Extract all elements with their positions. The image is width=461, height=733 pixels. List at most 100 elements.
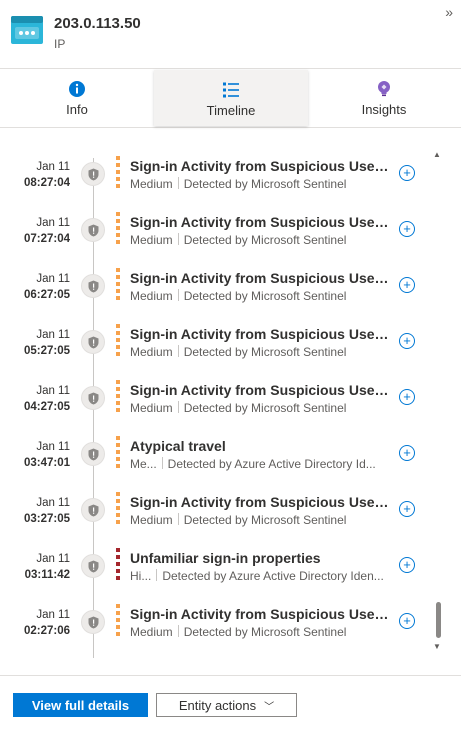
meta-divider xyxy=(161,457,163,469)
alert-title[interactable]: Sign-in Activity from Suspicious User p.… xyxy=(130,326,392,342)
timeline-list[interactable]: Jan 11 08:27:04 Sign-in Activity from Susp… xyxy=(0,128,461,672)
timeline-date: Jan 11 03:27:05 xyxy=(0,495,70,527)
chevron-down-icon: ﹀ xyxy=(264,701,275,713)
timeline-date: Jan 11 07:27:04 xyxy=(0,215,70,247)
shield-icon xyxy=(88,560,99,573)
meta-divider xyxy=(177,345,179,357)
alert-meta: Medium Detected by Microsoft Sentinel xyxy=(130,401,392,415)
shield-icon xyxy=(88,224,99,237)
timeline-date: Jan 11 04:27:05 xyxy=(0,383,70,415)
detected-by-label: Detected by Microsoft Sentinel xyxy=(183,401,347,415)
event-time: 08:27:04 xyxy=(23,177,70,189)
timeline-item[interactable]: Jan 11 04:27:05 Sign-in Activity from Susp… xyxy=(0,374,430,430)
event-date: Jan 11 xyxy=(36,553,70,565)
alert-title[interactable]: Sign-in Activity from Suspicious User p.… xyxy=(130,158,392,174)
severity-indicator xyxy=(116,492,120,526)
scroll-down-arrow-icon[interactable]: ▼ xyxy=(433,642,441,651)
tab-info[interactable]: Info xyxy=(0,69,154,127)
add-plus-icon[interactable]: + xyxy=(399,445,415,461)
tab-timeline[interactable]: Timeline xyxy=(154,70,308,126)
tab-bar: Info Timeline Insights xyxy=(0,69,461,128)
shield-icon xyxy=(88,448,99,461)
alert-title[interactable]: Sign-in Activity from Suspicious User p.… xyxy=(130,214,392,230)
timeline-list-icon xyxy=(223,82,239,98)
shield-icon xyxy=(88,336,99,349)
collapse-panel-icon[interactable]: » xyxy=(445,4,453,20)
meta-divider xyxy=(177,401,179,413)
scrollbar-thumb[interactable] xyxy=(436,602,441,638)
view-full-details-button[interactable]: View full details xyxy=(13,693,148,717)
add-plus-icon[interactable]: + xyxy=(399,333,415,349)
severity-label: Medium xyxy=(130,177,173,191)
add-plus-icon[interactable]: + xyxy=(399,221,415,237)
alert-title[interactable]: Sign-in Activity from Suspicious User p.… xyxy=(130,494,392,510)
alert-title[interactable]: Sign-in Activity from Suspicious User p.… xyxy=(130,270,392,286)
add-plus-icon[interactable]: + xyxy=(399,501,415,517)
event-time: 03:47:01 xyxy=(23,457,70,469)
alert-node xyxy=(81,498,105,522)
alert-title[interactable]: Sign-in Activity from Suspicious User p.… xyxy=(130,606,392,622)
event-date: Jan 11 xyxy=(36,217,70,229)
event-time: 02:27:06 xyxy=(23,625,70,637)
timeline-item[interactable]: Jan 11 05:27:05 Sign-in Activity from Susp… xyxy=(0,318,430,374)
severity-label: Medium xyxy=(130,345,173,359)
alert-title[interactable]: Sign-in Activity from Suspicious User p.… xyxy=(130,382,392,398)
shield-icon xyxy=(88,504,99,517)
detected-by-label: Detected by Microsoft Sentinel xyxy=(183,233,347,247)
timeline-item[interactable]: Jan 11 02:27:06 Sign-in Activity from Susp… xyxy=(0,598,430,654)
add-plus-icon[interactable]: + xyxy=(399,557,415,573)
severity-label: Medium xyxy=(130,625,173,639)
severity-indicator xyxy=(116,324,120,358)
alert-title[interactable]: Atypical travel xyxy=(130,438,392,454)
alert-node xyxy=(81,442,105,466)
add-plus-icon[interactable]: + xyxy=(399,389,415,405)
meta-divider xyxy=(156,569,158,581)
alert-meta: Me... Detected by Azure Active Directory … xyxy=(130,457,392,471)
event-time: 06:27:05 xyxy=(23,289,70,301)
meta-divider xyxy=(177,177,179,189)
scroll-up-arrow-icon[interactable]: ▲ xyxy=(433,150,441,159)
tab-insights[interactable]: Insights xyxy=(307,69,461,127)
page-title: 203.0.113.50 xyxy=(54,15,141,32)
timeline-item[interactable]: Jan 11 06:27:05 Sign-in Activity from Susp… xyxy=(0,262,430,318)
add-plus-icon[interactable]: + xyxy=(399,165,415,181)
severity-indicator xyxy=(116,268,120,302)
event-time: 05:27:05 xyxy=(23,345,70,357)
add-plus-icon[interactable]: + xyxy=(399,613,415,629)
insights-bulb-icon xyxy=(378,81,390,97)
alert-meta: Medium Detected by Microsoft Sentinel xyxy=(130,177,392,191)
alert-meta: Medium Detected by Microsoft Sentinel xyxy=(130,345,392,359)
severity-label: Medium xyxy=(130,233,173,247)
alert-node xyxy=(81,554,105,578)
tab-label: Timeline xyxy=(206,103,256,118)
timeline-item[interactable]: Jan 11 03:11:42 Unfamiliar sign-in propert… xyxy=(0,542,430,598)
timeline-item[interactable]: Jan 11 07:27:04 Sign-in Activity from Susp… xyxy=(0,206,430,262)
timeline-date: Jan 11 06:27:05 xyxy=(0,271,70,303)
timeline-item[interactable]: Jan 11 08:27:04 Sign-in Activity from Susp… xyxy=(0,150,430,206)
event-date: Jan 11 xyxy=(36,385,70,397)
event-date: Jan 11 xyxy=(36,441,70,453)
alert-node xyxy=(81,386,105,410)
tab-label: Info xyxy=(66,102,88,117)
severity-label: Medium xyxy=(130,401,173,415)
timeline-date: Jan 11 08:27:04 xyxy=(0,159,70,191)
entity-actions-button[interactable]: Entity actions ﹀ xyxy=(156,693,297,717)
detected-by-label: Detected by Microsoft Sentinel xyxy=(183,289,347,303)
severity-label: Me... xyxy=(130,457,157,471)
entity-actions-label: Entity actions xyxy=(178,697,257,713)
shield-icon xyxy=(88,616,99,629)
shield-icon xyxy=(88,280,99,293)
ip-address-icon xyxy=(11,16,43,44)
alert-node xyxy=(81,330,105,354)
add-plus-icon[interactable]: + xyxy=(399,277,415,293)
panel-footer: View full details Entity actions ﹀ xyxy=(0,675,461,733)
timeline-item[interactable]: Jan 11 03:27:05 Sign-in Activity from Susp… xyxy=(0,486,430,542)
alert-title[interactable]: Unfamiliar sign-in properties xyxy=(130,550,392,566)
meta-divider xyxy=(177,233,179,245)
detected-by-label: Detected by Azure Active Directory Iden.… xyxy=(162,569,384,583)
severity-label: Hi... xyxy=(130,569,152,583)
timeline-date: Jan 11 03:11:42 xyxy=(0,551,70,583)
timeline-item[interactable]: Jan 11 03:47:01 Atypical travel Me... Detect… xyxy=(0,430,430,486)
severity-indicator xyxy=(116,380,120,414)
severity-indicator xyxy=(116,548,120,582)
